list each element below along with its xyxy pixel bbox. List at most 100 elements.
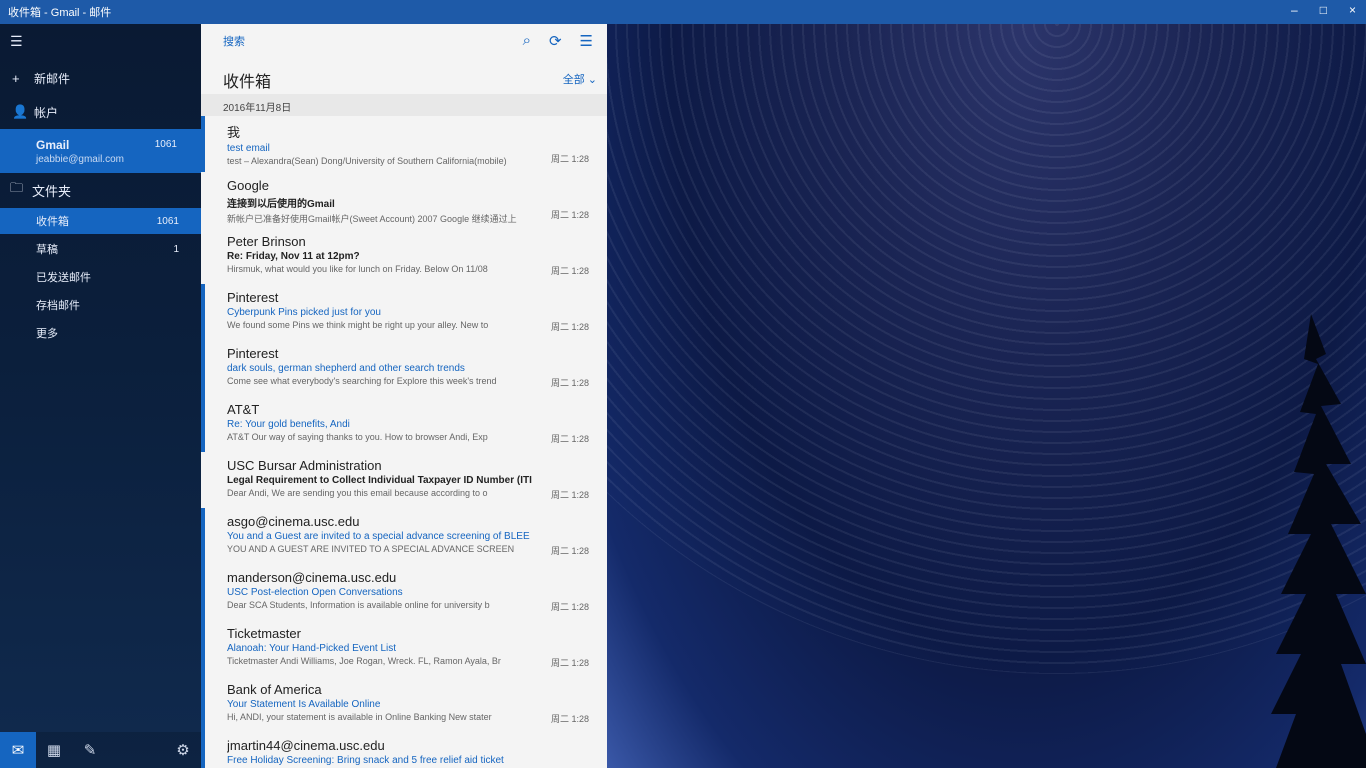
message-item[interactable]: USC Bursar Administration Legal Requireme… xyxy=(201,452,607,508)
message-subject: Legal Requirement to Collect Individual … xyxy=(227,475,532,486)
message-subject: test email xyxy=(227,143,270,154)
account-unread-count: 1061 xyxy=(154,139,177,150)
message-item[interactable]: asgo@cinema.usc.edu You and a Guest are i… xyxy=(201,508,607,564)
message-time: 周二 1:28 xyxy=(550,602,589,612)
message-subject: You and a Guest are invited to a special… xyxy=(227,531,530,542)
reading-pane xyxy=(607,24,1366,768)
sync-icon[interactable]: ⟳ xyxy=(549,32,562,50)
message-item[interactable]: jmartin44@cinema.usc.edu Free Holiday Scr… xyxy=(201,732,607,768)
date-header: 2016年11月8日 xyxy=(201,94,607,116)
navigation-pane: ☰ + 新邮件 👤 帐户 Gmail jeabbie@gmail.com 106… xyxy=(0,24,201,768)
message-item[interactable]: manderson@cinema.usc.edu USC Post-electio… xyxy=(201,564,607,620)
folder-label: 更多 xyxy=(36,328,58,340)
accounts-label: 帐户 xyxy=(34,105,59,120)
message-subject: Your Statement Is Available Online xyxy=(227,699,381,710)
account-gmail[interactable]: Gmail jeabbie@gmail.com 1061 xyxy=(0,129,201,173)
maximize-button[interactable]: □ xyxy=(1320,3,1327,17)
message-item[interactable]: Google 连接到以后使用的Gmail 新帐户已准备好使用Gmail帐户(Swee… xyxy=(201,172,607,228)
window-controls: – □ × xyxy=(1291,3,1356,17)
message-preview: 新帐户已准备好使用Gmail帐户(Sweet Account) 2007 Goo… xyxy=(227,214,517,224)
message-preview: Come see what everybody's searching for … xyxy=(227,376,497,386)
message-sender: asgo@cinema.usc.edu xyxy=(227,514,360,529)
message-item[interactable]: Pinterest dark souls, german shepherd and… xyxy=(201,340,607,396)
message-preview: Dear SCA Students, Information is availa… xyxy=(227,600,490,610)
message-list-pane: 搜索 ⌕ ⟳ ☰ 收件箱 全部 ⌄ 2016年11月8日 我 test email… xyxy=(201,24,607,768)
message-item[interactable]: AT&T Re: Your gold benefits, Andi AT&T Our… xyxy=(201,396,607,452)
search-icon[interactable]: ⌕ xyxy=(523,32,531,50)
account-name: Gmail xyxy=(36,137,70,152)
message-sender: USC Bursar Administration xyxy=(227,458,382,473)
hamburger-icon[interactable]: ☰ xyxy=(10,30,30,52)
folder-label: 存档邮件 xyxy=(36,300,80,312)
message-time: 周二 1:28 xyxy=(550,266,589,276)
folder-label: 草稿 xyxy=(36,244,58,256)
message-subject: Free Holiday Screening: Bring snack and … xyxy=(227,755,504,766)
accounts-button[interactable]: 👤 帐户 xyxy=(0,100,201,124)
message-subject: Cyberpunk Pins picked just for you xyxy=(227,307,381,318)
close-button[interactable]: × xyxy=(1349,3,1356,17)
folder-icon: 🗀 xyxy=(10,180,24,195)
folder-title: 收件箱 xyxy=(223,74,272,91)
select-mode-icon[interactable]: ☰ xyxy=(580,32,593,50)
message-item[interactable]: 我 test email test – Alexandra(Sean) Dong/U… xyxy=(201,116,607,172)
message-preview: Hi, ANDI, your statement is available in… xyxy=(227,712,492,722)
message-preview: Ticketmaster Andi Williams, Joe Rogan, W… xyxy=(227,656,501,666)
title-bar: 收件箱 - Gmail - 邮件 – □ × xyxy=(0,0,1366,24)
window-title: 收件箱 - Gmail - 邮件 xyxy=(8,7,112,19)
folder-sent[interactable]: 已发送邮件 xyxy=(0,264,201,290)
message-preview: Dear Andi, We are sending you this email… xyxy=(227,488,488,498)
message-preview: We found some Pins we think might be rig… xyxy=(227,320,489,330)
message-time: 周二 1:28 xyxy=(550,658,589,668)
settings-icon[interactable]: ⚙ xyxy=(165,732,201,768)
new-mail-label: 新邮件 xyxy=(34,71,71,86)
person-icon: 👤 xyxy=(12,104,29,119)
message-subject: USC Post-election Open Conversations xyxy=(227,587,403,598)
message-time: 周二 1:28 xyxy=(550,490,589,500)
mail-icon[interactable]: ✉ xyxy=(0,732,36,768)
folder-count: 1061 xyxy=(156,215,179,227)
folder-archive[interactable]: 存档邮件 xyxy=(0,292,201,318)
folder-drafts[interactable]: 草稿 1 xyxy=(0,236,201,262)
calendar-icon[interactable]: ▦ xyxy=(36,732,72,768)
folder-inbox[interactable]: 收件箱 1061 xyxy=(0,208,201,234)
message-preview: YOU AND A GUEST ARE INVITED TO A SPECIAL… xyxy=(227,544,515,554)
message-sender: manderson@cinema.usc.edu xyxy=(227,570,397,585)
new-mail-button[interactable]: + 新邮件 xyxy=(0,66,201,90)
message-sender: Pinterest xyxy=(227,346,279,361)
message-sender: 我 xyxy=(227,125,241,140)
message-subject: Re: Friday, Nov 11 at 12pm? xyxy=(227,251,360,262)
message-item[interactable]: Peter Brinson Re: Friday, Nov 11 at 12pm?… xyxy=(201,228,607,284)
message-time: 周二 1:28 xyxy=(550,378,589,388)
folder-label: 已发送邮件 xyxy=(36,272,91,284)
message-time: 周二 1:28 xyxy=(550,434,589,444)
folder-more[interactable]: 更多 xyxy=(0,320,201,346)
message-sender: Ticketmaster xyxy=(227,626,301,641)
message-subject: Re: Your gold benefits, Andi xyxy=(227,419,350,430)
minimize-button[interactable]: – xyxy=(1291,3,1298,17)
folders-label: 文件夹 xyxy=(32,183,72,199)
app-switcher-bar: ✉ ▦ ✎ ⚙ xyxy=(0,732,201,768)
folder-label: 收件箱 xyxy=(36,216,69,228)
message-item[interactable]: Pinterest Cyberpunk Pins picked just for … xyxy=(201,284,607,340)
people-icon[interactable]: ✎ xyxy=(72,732,108,768)
message-preview: test – Alexandra(Sean) Dong/University o… xyxy=(227,156,507,166)
message-subject: Alanoah: Your Hand-Picked Event List xyxy=(227,643,396,654)
folders-button[interactable]: 🗀 文件夹 xyxy=(0,176,201,204)
message-time: 周二 1:28 xyxy=(550,322,589,332)
filter-label: 全部 xyxy=(562,74,585,86)
filter-dropdown[interactable]: 全部 ⌄ xyxy=(563,71,597,87)
search-label[interactable]: 搜索 xyxy=(223,33,245,49)
message-time: 周二 1:28 xyxy=(550,210,589,220)
folder-count: 1 xyxy=(173,243,179,255)
account-email: jeabbie@gmail.com xyxy=(36,153,124,165)
message-sender: Peter Brinson xyxy=(227,234,306,249)
message-sender: Google xyxy=(227,178,269,193)
list-toolbar: 搜索 ⌕ ⟳ ☰ xyxy=(201,24,607,58)
message-list: 我 test email test – Alexandra(Sean) Dong/U… xyxy=(201,116,607,768)
message-item[interactable]: Bank of America Your Statement Is Availab… xyxy=(201,676,607,732)
message-time: 周二 1:28 xyxy=(550,714,589,724)
message-item[interactable]: Ticketmaster Alanoah: Your Hand-Picked Ev… xyxy=(201,620,607,676)
toolbar-icons: ⌕ ⟳ ☰ xyxy=(523,32,593,50)
message-preview: Hirsmuk, what would you like for lunch o… xyxy=(227,264,488,274)
message-preview: AT&T Our way of saying thanks to you. Ho… xyxy=(227,432,488,442)
